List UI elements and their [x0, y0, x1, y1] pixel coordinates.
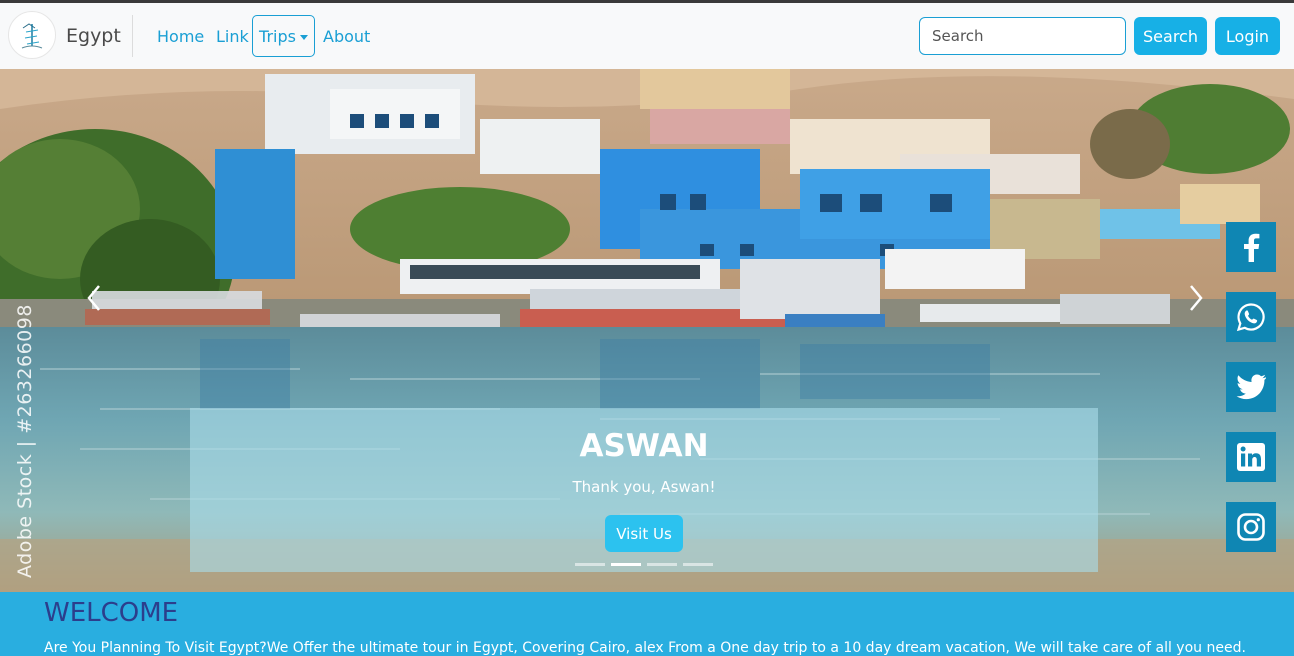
welcome-title: WELCOME	[44, 598, 179, 628]
welcome-section: WELCOME Are You Planning To Visit Egypt?…	[0, 592, 1294, 656]
twitter-button[interactable]	[1226, 362, 1276, 412]
linkedin-icon	[1237, 443, 1265, 471]
instagram-icon	[1237, 513, 1265, 541]
twitter-icon	[1236, 374, 1267, 400]
navbar: Egypt Home Link Trips About Search Login	[0, 3, 1294, 69]
search-button[interactable]: Search	[1134, 17, 1207, 55]
carousel-indicator[interactable]	[575, 563, 605, 566]
facebook-icon	[1244, 233, 1260, 262]
chevron-left-icon[interactable]	[84, 283, 104, 313]
whatsapp-button[interactable]	[1226, 292, 1276, 342]
carousel-indicator[interactable]	[611, 563, 641, 566]
caret-down-icon	[299, 34, 308, 40]
whatsapp-icon	[1236, 303, 1265, 332]
instagram-button[interactable]	[1226, 502, 1276, 552]
welcome-text: Are You Planning To Visit Egypt?We Offer…	[44, 640, 1246, 656]
login-button[interactable]: Login	[1215, 17, 1280, 55]
nav-trips-dropdown[interactable]: Trips	[252, 15, 315, 57]
slide-title: ASWAN	[579, 428, 709, 464]
nav-trips-label: Trips	[259, 26, 296, 46]
nav-about-link[interactable]: About	[323, 27, 370, 46]
visit-us-button[interactable]: Visit Us	[605, 515, 683, 552]
nav-home-link[interactable]: Home	[157, 27, 204, 46]
search-input[interactable]	[919, 17, 1126, 55]
carousel-caption: ASWAN Thank you, Aswan! Visit Us	[190, 408, 1098, 572]
carousel-indicator[interactable]	[647, 563, 677, 566]
brand-logo[interactable]	[8, 11, 56, 59]
brand-name[interactable]: Egypt	[66, 25, 121, 47]
chevron-right-icon[interactable]	[1186, 283, 1206, 313]
nav-link-link[interactable]: Link	[216, 27, 249, 46]
facebook-button[interactable]	[1226, 222, 1276, 272]
hero-carousel: Adobe Stock | #263266098 ASWAN Thank you…	[0, 69, 1294, 592]
slide-text: Thank you, Aswan!	[572, 478, 716, 496]
navbar-divider	[132, 15, 133, 57]
carousel-indicator[interactable]	[683, 563, 713, 566]
linkedin-button[interactable]	[1226, 432, 1276, 482]
carousel-indicators	[575, 563, 713, 566]
stock-watermark: Adobe Stock | #263266098	[14, 304, 36, 578]
